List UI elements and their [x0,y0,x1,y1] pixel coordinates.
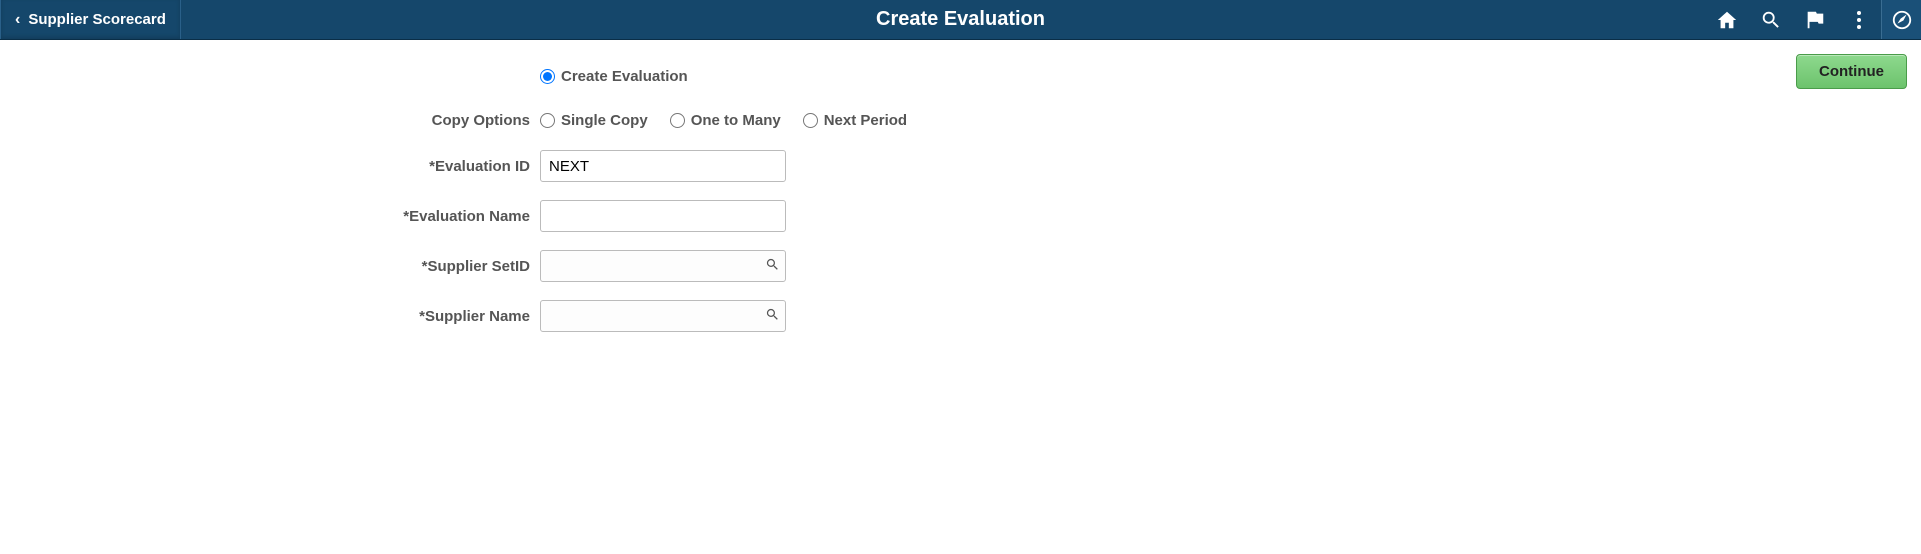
label-supplier-setid: *Supplier SetID [30,258,540,275]
radio-next-period[interactable] [803,113,818,128]
page-title: Create Evaluation [876,8,1045,31]
label-evaluation-name: *Evaluation Name [30,208,540,225]
row-evaluation-name: *Evaluation Name [30,198,1891,234]
radio-one-to-many[interactable] [670,113,685,128]
more-icon[interactable] [1837,0,1881,39]
search-icon[interactable] [1749,0,1793,39]
header-icons [1705,0,1921,39]
supplier-setid-input[interactable] [540,250,786,282]
app-header: ‹ Supplier Scorecard Create Evaluation [0,0,1921,40]
evaluation-name-input[interactable] [540,200,786,232]
evaluation-id-input[interactable] [540,150,786,182]
flag-icon[interactable] [1793,0,1837,39]
radio-create-evaluation-label[interactable]: Create Evaluation [561,68,688,85]
row-copy-options: Copy Options Single Copy One to Many Nex… [30,102,1891,138]
page-content: Continue Create Evaluation Copy Options … [0,40,1921,334]
label-evaluation-id: *Evaluation ID [30,158,540,175]
chevron-left-icon: ‹ [15,11,20,29]
radio-create-evaluation[interactable] [540,69,555,84]
vertical-dots-icon [1857,11,1861,29]
row-supplier-name: *Supplier Name [30,298,1891,334]
row-evaluation-id: *Evaluation ID [30,148,1891,184]
radio-one-to-many-label[interactable]: One to Many [691,112,781,129]
back-button[interactable]: ‹ Supplier Scorecard [0,0,181,39]
lookup-icon[interactable] [765,307,780,325]
continue-button[interactable]: Continue [1796,54,1907,89]
row-create-evaluation: Create Evaluation [30,58,1891,94]
navbar-compass-icon[interactable] [1881,0,1921,39]
back-label: Supplier Scorecard [28,11,166,28]
lookup-icon[interactable] [765,257,780,275]
supplier-name-input[interactable] [540,300,786,332]
radio-single-copy[interactable] [540,113,555,128]
label-supplier-name: *Supplier Name [30,308,540,325]
radio-next-period-label[interactable]: Next Period [824,112,907,129]
radio-single-copy-label[interactable]: Single Copy [561,112,648,129]
label-copy-options: Copy Options [30,112,540,129]
row-supplier-setid: *Supplier SetID [30,248,1891,284]
home-icon[interactable] [1705,0,1749,39]
